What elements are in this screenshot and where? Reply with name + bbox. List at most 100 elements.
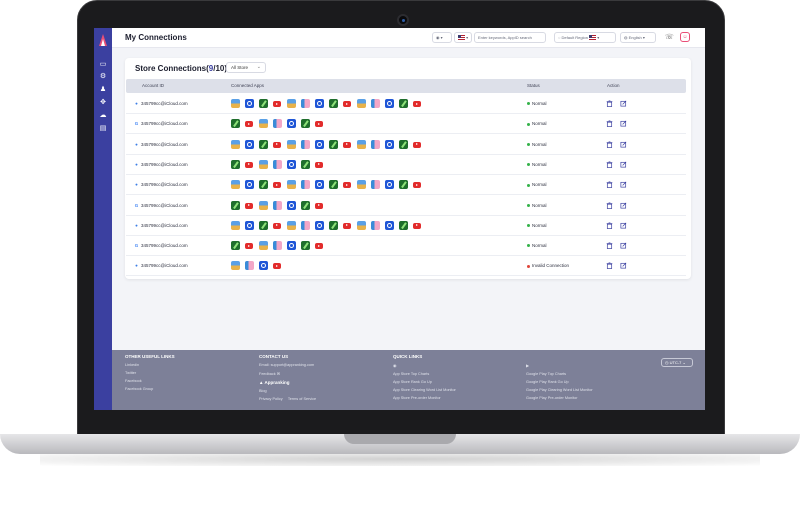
delete-icon[interactable] bbox=[606, 181, 613, 189]
app-icon-yt[interactable] bbox=[343, 182, 351, 189]
region-selector[interactable]: ◌ Default Region ▾ bbox=[554, 32, 616, 43]
facebook-group-link[interactable]: Facebook Group bbox=[125, 387, 175, 391]
app-icon-grn[interactable] bbox=[329, 220, 338, 230]
bell-icon[interactable]: ♟ bbox=[99, 86, 107, 94]
app-icon-bag[interactable] bbox=[371, 99, 380, 108]
app-icon-circ[interactable] bbox=[245, 220, 254, 230]
app-icon-yt[interactable] bbox=[273, 222, 281, 229]
store-filter-select[interactable]: All Store ⌄ bbox=[226, 62, 266, 73]
google-play-top-charts-link[interactable]: Google Play Top Charts bbox=[526, 372, 593, 376]
app-icon-yt[interactable] bbox=[343, 101, 351, 107]
language-selector[interactable]: ◍ English ▾ bbox=[620, 32, 656, 43]
twitter-link[interactable]: Twitter bbox=[125, 371, 175, 375]
app-icon-sky[interactable] bbox=[357, 180, 366, 190]
feedback-link[interactable]: Feedback ✉ bbox=[259, 371, 316, 376]
app-icon-yt[interactable] bbox=[273, 101, 281, 107]
app-icon-grn[interactable] bbox=[259, 180, 268, 190]
app-icon-circ[interactable] bbox=[315, 220, 324, 230]
app-icon-circ[interactable] bbox=[315, 99, 324, 108]
app-icon-bag[interactable] bbox=[301, 220, 310, 230]
google-play-clearing-link[interactable]: Google Play Clearing Word List Monitor bbox=[526, 388, 593, 392]
app-icon-grn[interactable] bbox=[231, 241, 240, 251]
app-icon-grn[interactable] bbox=[329, 180, 338, 190]
network-icon[interactable]: ✥ bbox=[99, 99, 107, 107]
delete-icon[interactable] bbox=[606, 262, 613, 270]
app-icon-bag[interactable] bbox=[273, 119, 282, 129]
app-icon-yt[interactable] bbox=[273, 263, 281, 270]
app-icon-yt[interactable] bbox=[315, 121, 323, 128]
edit-icon[interactable] bbox=[620, 202, 627, 209]
app-icon-sky[interactable] bbox=[259, 200, 268, 210]
edit-icon[interactable] bbox=[620, 262, 627, 269]
app-icon-circ[interactable] bbox=[259, 261, 268, 271]
app-icon-grn[interactable] bbox=[259, 99, 268, 108]
platform-selector[interactable]: ◉ ▾ bbox=[432, 32, 452, 43]
app-icon-sky[interactable] bbox=[231, 99, 240, 108]
app-icon-bag[interactable] bbox=[273, 200, 282, 210]
app-icon-sky[interactable] bbox=[231, 139, 240, 149]
edit-icon[interactable] bbox=[620, 222, 627, 229]
app-icon-sky[interactable] bbox=[357, 220, 366, 230]
app-icon-sky[interactable] bbox=[357, 139, 366, 149]
app-store-top-charts-link[interactable]: App Store Top Charts bbox=[393, 372, 456, 376]
app-icon-grn[interactable] bbox=[301, 200, 310, 210]
edit-icon[interactable] bbox=[620, 181, 627, 188]
app-icon-circ[interactable] bbox=[315, 139, 324, 149]
app-icon-bag[interactable] bbox=[273, 159, 282, 169]
app-icon-yt[interactable] bbox=[413, 222, 421, 229]
privacy-link[interactable]: Privacy Policy bbox=[259, 397, 283, 401]
app-icon-circ[interactable] bbox=[245, 180, 254, 190]
app-icon-yt[interactable] bbox=[273, 141, 281, 148]
contact-email[interactable]: Email: support@appranking.com bbox=[259, 363, 316, 367]
linkedin-link[interactable]: Linkedin bbox=[125, 363, 175, 367]
cloud-icon[interactable]: ☁ bbox=[99, 112, 107, 120]
user-avatar-icon[interactable]: ☺ bbox=[680, 32, 690, 42]
support-icon[interactable]: ☏ bbox=[665, 33, 674, 41]
app-icon-sky[interactable] bbox=[357, 99, 366, 108]
app-icon-grn[interactable] bbox=[259, 139, 268, 149]
app-store-rank-link[interactable]: App Store Rank Go Up bbox=[393, 380, 456, 384]
app-icon-grn[interactable] bbox=[399, 220, 408, 230]
app-icon-sky[interactable] bbox=[287, 139, 296, 149]
delete-icon[interactable] bbox=[606, 222, 613, 229]
app-icon-sky[interactable] bbox=[259, 119, 268, 129]
edit-icon[interactable] bbox=[620, 100, 627, 107]
google-play-preorder-link[interactable]: Google Play Pre-order Monitor bbox=[526, 396, 593, 400]
app-icon-circ[interactable] bbox=[287, 241, 296, 251]
logo-icon[interactable] bbox=[98, 34, 108, 46]
app-icon-yt[interactable] bbox=[413, 182, 421, 189]
app-icon-bag[interactable] bbox=[301, 180, 310, 190]
timezone-selector[interactable]: ◷ UTC-7 ⌄ bbox=[661, 358, 693, 367]
google-play-rank-link[interactable]: Google Play Rank Go Up bbox=[526, 380, 593, 384]
app-icon-circ[interactable] bbox=[287, 159, 296, 169]
edit-icon[interactable] bbox=[620, 161, 627, 168]
app-icon-yt[interactable] bbox=[245, 161, 253, 168]
delete-icon[interactable] bbox=[606, 242, 613, 250]
edit-icon[interactable] bbox=[620, 242, 627, 249]
app-icon-circ[interactable] bbox=[245, 139, 254, 149]
app-icon-bag[interactable] bbox=[371, 180, 380, 190]
facebook-link[interactable]: Facebook bbox=[125, 379, 175, 383]
app-icon-grn[interactable] bbox=[399, 139, 408, 149]
app-icon-yt[interactable] bbox=[315, 161, 323, 168]
edit-icon[interactable] bbox=[620, 141, 627, 148]
briefcase-icon[interactable]: ▤ bbox=[99, 125, 107, 133]
app-icon-grn[interactable] bbox=[301, 119, 310, 129]
app-icon-yt[interactable] bbox=[343, 222, 351, 229]
app-icon-yt[interactable] bbox=[413, 141, 421, 148]
country-selector[interactable]: ▾ bbox=[454, 32, 472, 43]
app-icon-bag[interactable] bbox=[371, 220, 380, 230]
app-icon-circ[interactable] bbox=[287, 119, 296, 129]
app-icon-yt[interactable] bbox=[245, 243, 253, 250]
app-icon-sky[interactable] bbox=[259, 241, 268, 251]
delete-icon[interactable] bbox=[606, 161, 613, 168]
monitor-icon[interactable]: ▭ bbox=[99, 61, 107, 69]
app-icon-sky[interactable] bbox=[259, 159, 268, 169]
app-icon-bag[interactable] bbox=[301, 99, 310, 108]
gear-icon[interactable]: ⚙ bbox=[99, 73, 107, 81]
app-icon-grn[interactable] bbox=[231, 200, 240, 210]
delete-icon[interactable] bbox=[606, 202, 613, 209]
edit-icon[interactable] bbox=[620, 120, 627, 127]
search-input[interactable]: Enter keywords, AppID search bbox=[474, 32, 546, 43]
app-store-clearing-link[interactable]: App Store Clearing Word List Monitor bbox=[393, 388, 456, 392]
